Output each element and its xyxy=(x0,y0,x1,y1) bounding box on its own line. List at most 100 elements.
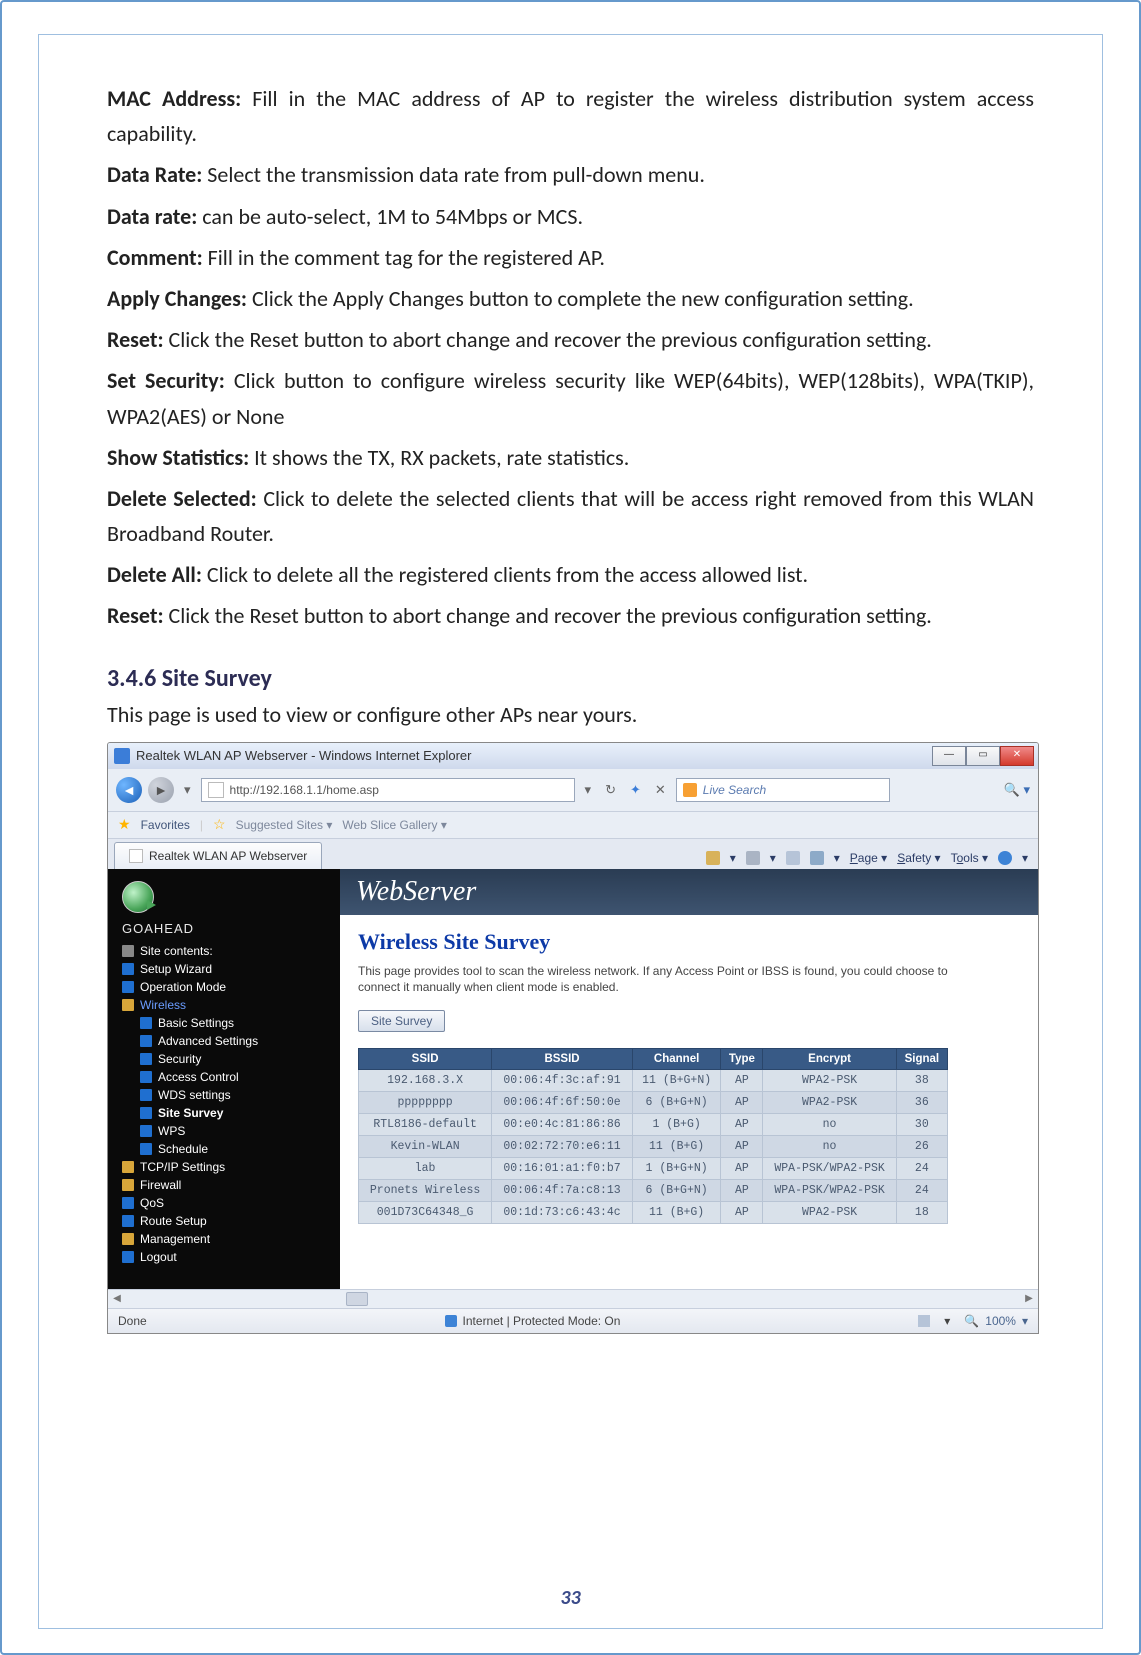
tab-bar: Realtek WLAN AP Webserver ▾ ▾ ▾ Page ▾ S… xyxy=(108,839,1038,869)
stop-icon[interactable]: ✦ xyxy=(626,782,645,798)
sidebar-item-label: Logout xyxy=(140,1250,177,1264)
maximize-button[interactable]: ▭ xyxy=(966,746,1000,766)
sidebar-item-label: Wireless xyxy=(140,998,186,1012)
table-cell: AP xyxy=(721,1180,763,1202)
column-header: SSID xyxy=(359,1049,492,1070)
section-description: This page is used to view or configure o… xyxy=(107,701,1034,728)
sidebar-item[interactable]: Firewall xyxy=(120,1176,334,1194)
minimize-button[interactable]: — xyxy=(932,746,966,766)
table-cell: 24 xyxy=(896,1158,947,1180)
table-row[interactable]: Pronets Wireless00:06:4f:7a:c8:136 (B+G+… xyxy=(359,1180,948,1202)
table-cell: AP xyxy=(721,1202,763,1224)
favorites-star-icon[interactable]: ★ xyxy=(118,816,131,833)
sidebar-item[interactable]: Access Control xyxy=(138,1068,334,1086)
page-icon xyxy=(140,1053,152,1065)
sidebar-item[interactable]: Advanced Settings xyxy=(138,1032,334,1050)
address-bar[interactable]: http://192.168.1.1/home.asp xyxy=(201,778,575,802)
shield-icon xyxy=(445,1315,457,1327)
forward-button[interactable]: ► xyxy=(148,777,174,803)
suggested-sites-link[interactable]: Suggested Sites ▾ xyxy=(236,818,333,832)
search-box[interactable]: Live Search xyxy=(676,778,890,802)
table-cell: 001D73C64348_G xyxy=(359,1202,492,1224)
section-heading: 3.4.6 Site Survey xyxy=(107,664,1034,693)
sidebar-item[interactable]: WDS settings xyxy=(138,1086,334,1104)
sidebar-item[interactable]: TCP/IP Settings xyxy=(120,1158,334,1176)
sidebar-item-label: Advanced Settings xyxy=(158,1034,258,1048)
sidebar-item[interactable]: Schedule xyxy=(138,1140,334,1158)
rss-icon[interactable] xyxy=(746,851,760,865)
sidebar-item[interactable]: Security xyxy=(138,1050,334,1068)
webslice-link[interactable]: Web Slice Gallery ▾ xyxy=(342,818,447,832)
sidebar-item-label: Setup Wizard xyxy=(140,962,212,976)
close-button[interactable]: ✕ xyxy=(1000,746,1034,766)
table-row[interactable]: 192.168.3.X00:06:4f:3c:af:9111 (B+G+N)AP… xyxy=(359,1070,948,1092)
table-row[interactable]: pppppppp00:06:4f:6f:50:0e6 (B+G+N)APWPA2… xyxy=(359,1092,948,1114)
sidebar-item[interactable]: Setup Wizard xyxy=(120,960,334,978)
sidebar-item-label: TCP/IP Settings xyxy=(140,1160,225,1174)
search-icon[interactable]: 🔍 ▾ xyxy=(1004,782,1030,798)
table-cell: AP xyxy=(721,1136,763,1158)
back-button[interactable]: ◄ xyxy=(116,777,142,803)
definition-item: Data Rate: Select the transmission data … xyxy=(107,157,1034,192)
table-row[interactable]: 001D73C64348_G00:1d:73:c6:43:4c11 (B+G)A… xyxy=(359,1202,948,1224)
table-cell: 00:06:4f:3c:af:91 xyxy=(492,1070,633,1092)
print-icon[interactable] xyxy=(810,851,824,865)
sidebar-item[interactable]: Wireless xyxy=(120,996,334,1014)
definition-item: Show Statistics: It shows the TX, RX pac… xyxy=(107,440,1034,475)
command-bar: ▾ ▾ ▾ Page ▾ Safety ▾ Tools ▾ ▾ xyxy=(706,851,1028,865)
sidebar-item[interactable]: Logout xyxy=(120,1248,334,1266)
definition-label: Reset: xyxy=(107,602,169,629)
tree-root-label: Site contents: xyxy=(140,944,213,958)
page-content: GOAHEAD Site contents: Setup Wizard Opera… xyxy=(108,869,1038,1289)
sidebar-item[interactable]: Management xyxy=(120,1230,334,1248)
home-icon[interactable] xyxy=(706,851,720,865)
read-mail-icon[interactable] xyxy=(786,851,800,865)
page-number: 33 xyxy=(39,1586,1102,1610)
table-cell: WPA-PSK/WPA2-PSK xyxy=(763,1180,896,1202)
sidebar-item[interactable]: QoS xyxy=(120,1194,334,1212)
definition-item: Delete All: Click to delete all the regi… xyxy=(107,557,1034,592)
definition-list: MAC Address: Fill in the MAC address of … xyxy=(107,81,1034,634)
url-text: http://192.168.1.1/home.asp xyxy=(230,783,379,797)
table-row[interactable]: Kevin-WLAN00:02:72:70:e6:1111 (B+G)APno2… xyxy=(359,1136,948,1158)
browser-tab[interactable]: Realtek WLAN AP Webserver xyxy=(114,842,322,869)
ie-icon xyxy=(114,748,130,764)
page-icon xyxy=(140,1143,152,1155)
suggested-icon: ☆ xyxy=(213,816,226,833)
brand-label: GOAHEAD xyxy=(122,921,334,936)
goahead-logo-icon xyxy=(122,881,154,913)
table-row[interactable]: RTL8186-default00:e0:4c:81:86:861 (B+G)A… xyxy=(359,1114,948,1136)
folder-icon xyxy=(122,1179,134,1191)
help-icon[interactable] xyxy=(998,851,1012,865)
zoom-control[interactable]: 🔍 100% ▾ xyxy=(964,1314,1028,1328)
horizontal-scrollbar[interactable]: ◀▶ xyxy=(108,1289,1038,1308)
site-survey-button[interactable]: Site Survey xyxy=(358,1010,445,1032)
favorites-label[interactable]: Favorites xyxy=(141,818,190,832)
tools-menu[interactable]: Tools ▾ xyxy=(951,851,988,865)
safety-menu[interactable]: Safety ▾ xyxy=(897,851,940,865)
sidebar-item-label: Basic Settings xyxy=(158,1016,234,1030)
definition-item: Delete Selected: Click to delete the sel… xyxy=(107,481,1034,551)
status-bar: Done Internet | Protected Mode: On ▾ 🔍 1… xyxy=(108,1308,1038,1333)
window-title: Realtek WLAN AP Webserver - Windows Inte… xyxy=(136,748,471,763)
sidebar-item[interactable]: Operation Mode xyxy=(120,978,334,996)
page-icon xyxy=(140,1089,152,1101)
table-cell: 6 (B+G+N) xyxy=(632,1092,721,1114)
table-row[interactable]: lab00:16:01:a1:f0:b71 (B+G+N)APWPA-PSK/W… xyxy=(359,1158,948,1180)
refresh-icon[interactable]: ↻ xyxy=(601,782,620,798)
table-cell: 11 (B+G) xyxy=(632,1136,721,1158)
sidebar-item[interactable]: Site Survey xyxy=(138,1104,334,1122)
table-cell: 1 (B+G+N) xyxy=(632,1158,721,1180)
page-icon xyxy=(122,1197,134,1209)
table-cell: 00:02:72:70:e6:11 xyxy=(492,1136,633,1158)
definition-label: Data Rate: xyxy=(107,161,207,188)
close-tab-icon[interactable]: ✕ xyxy=(651,782,670,798)
sidebar-item[interactable]: WPS xyxy=(138,1122,334,1140)
page-menu[interactable]: Page ▾ xyxy=(850,851,887,865)
definition-text: Click the Apply Changes button to comple… xyxy=(252,285,914,312)
sidebar-item[interactable]: Basic Settings xyxy=(138,1014,334,1032)
sidebar-item[interactable]: Route Setup xyxy=(120,1212,334,1230)
definition-label: MAC Address: xyxy=(107,85,252,112)
sidebar-item-label: Firewall xyxy=(140,1178,181,1192)
table-cell: RTL8186-default xyxy=(359,1114,492,1136)
